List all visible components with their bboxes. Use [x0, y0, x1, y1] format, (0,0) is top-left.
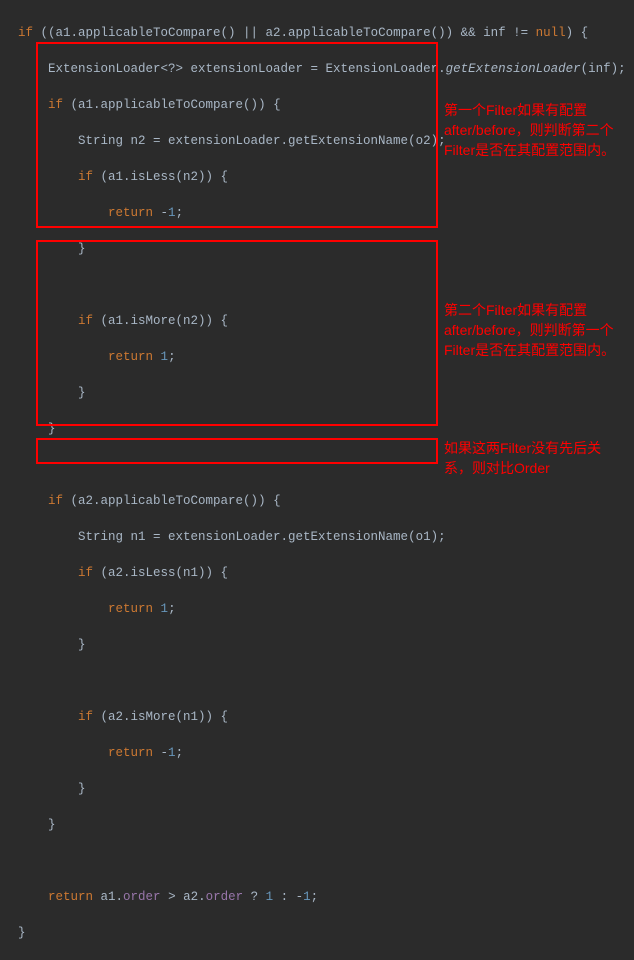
- code-line: ExtensionLoader<?> extensionLoader = Ext…: [0, 60, 634, 78]
- code-line: if (a2.isMore(n1)) {: [0, 708, 634, 726]
- code-line: if (a2.applicableToCompare()) {: [0, 492, 634, 510]
- code-line: if (a1.isLess(n2)) {: [0, 168, 634, 186]
- code-line: }: [0, 420, 634, 438]
- code-line: [0, 672, 634, 690]
- code-line: if (a2.isLess(n1)) {: [0, 564, 634, 582]
- code-line: }: [0, 816, 634, 834]
- code-line: [0, 276, 634, 294]
- code-line: }: [0, 924, 634, 942]
- code-line: }: [0, 780, 634, 798]
- code-line: }: [0, 384, 634, 402]
- annotation-2: 第二个Filter如果有配置after/before，则判断第一个Filter是…: [444, 300, 624, 360]
- code-line: }: [0, 636, 634, 654]
- code-line: return a1.order > a2.order ? 1 : -1;: [0, 888, 634, 906]
- code-line: [0, 852, 634, 870]
- code-line: return -1;: [0, 204, 634, 222]
- code-line: }: [0, 240, 634, 258]
- code-line: return -1;: [0, 744, 634, 762]
- annotation-1: 第一个Filter如果有配置after/before，则判断第二个Filter是…: [444, 100, 624, 160]
- code-line: return 1;: [0, 600, 634, 618]
- code-line: if ((a1.applicableToCompare() || a2.appl…: [0, 24, 634, 42]
- annotation-3: 如果这两Filter没有先后关系，则对比Order: [444, 438, 624, 478]
- code-line: String n1 = extensionLoader.getExtension…: [0, 528, 634, 546]
